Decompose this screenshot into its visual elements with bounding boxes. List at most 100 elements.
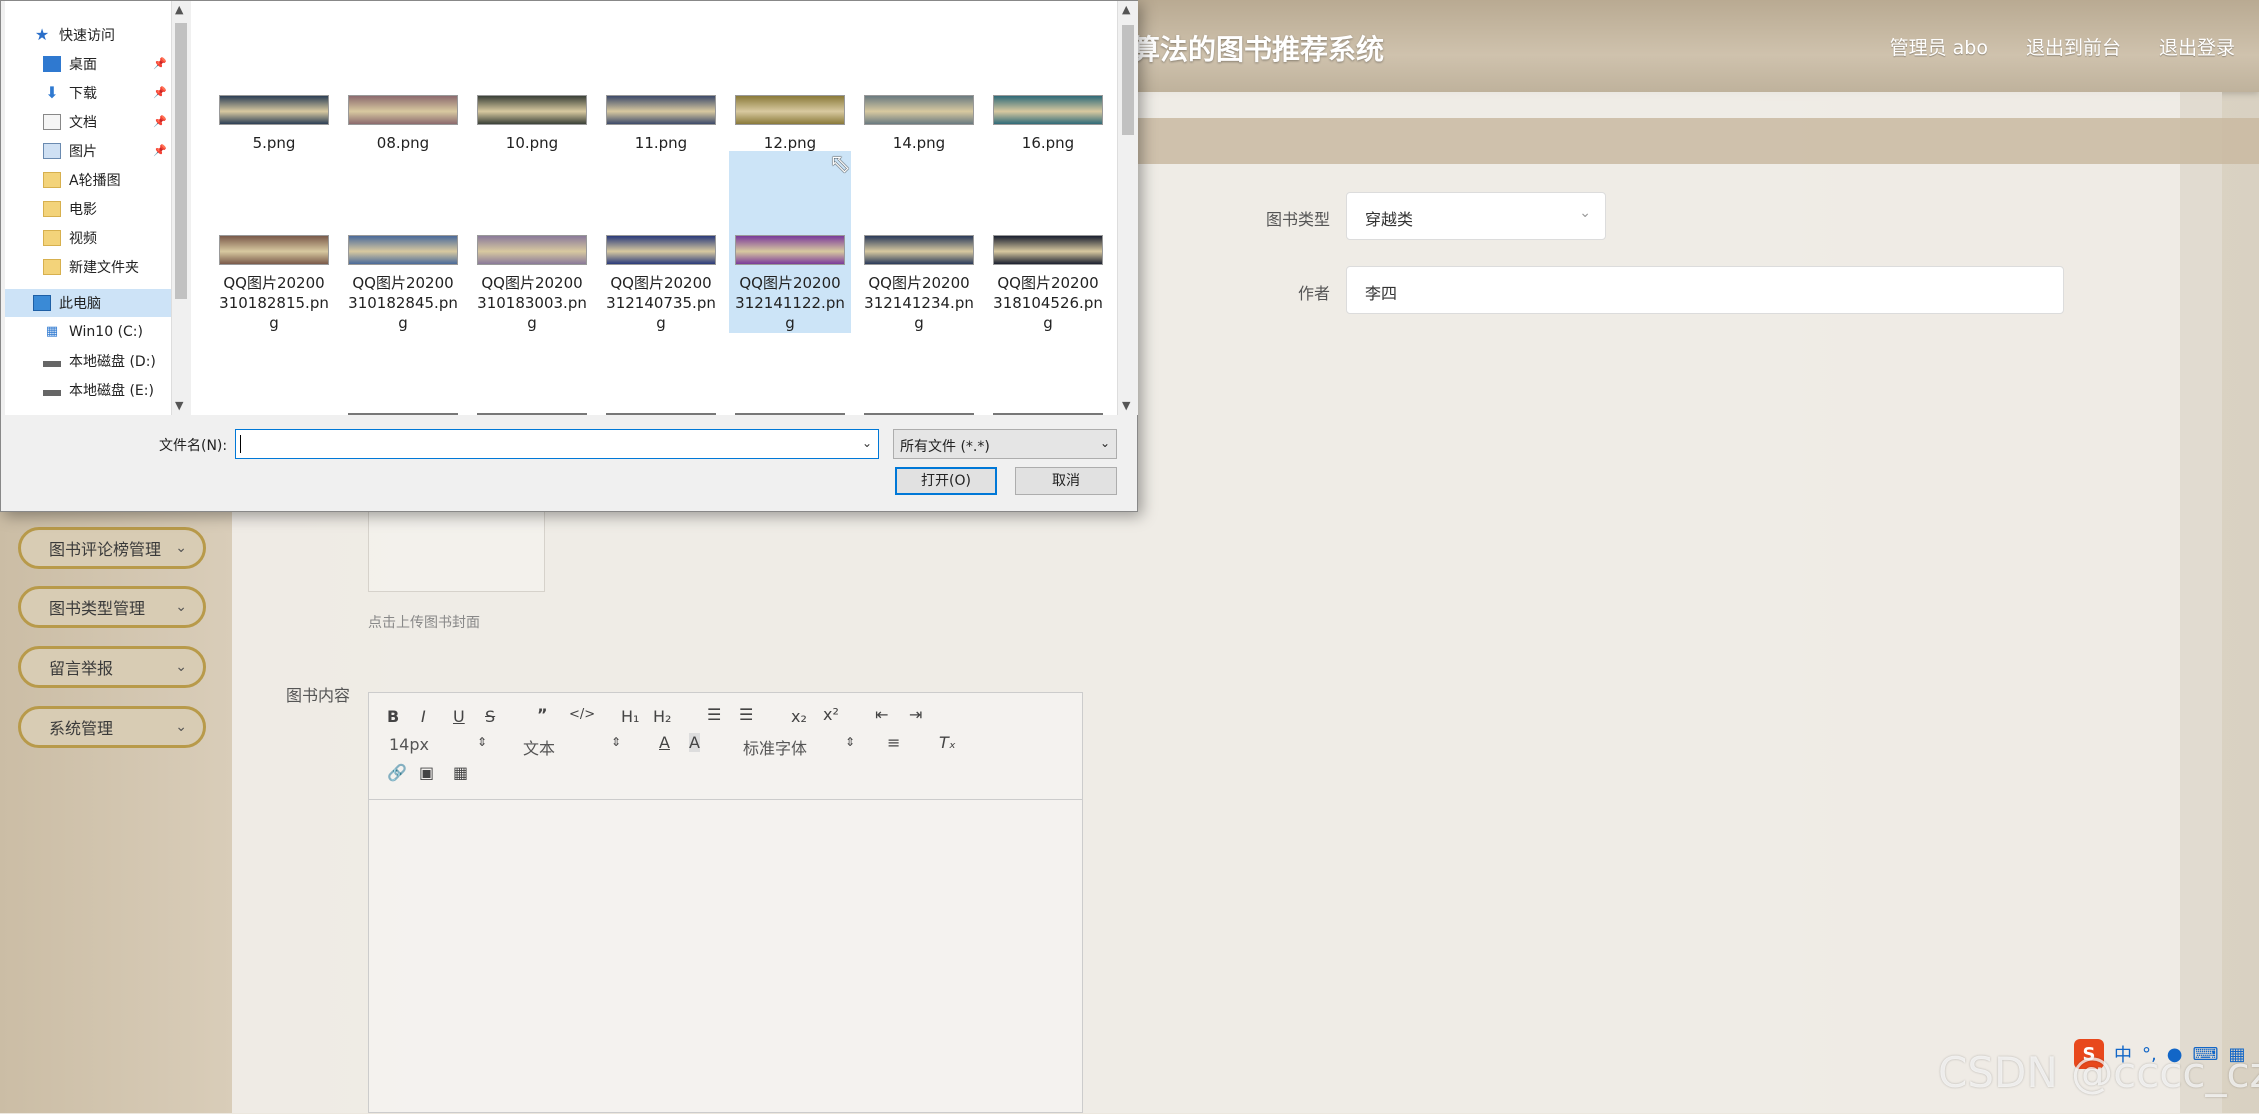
nav-pictures[interactable]: 图片 📌 [5,137,171,165]
clear-format-icon[interactable]: Tₓ [939,733,956,752]
upload-hint: 点击上传图书封面 [368,615,480,631]
file-item-partial [864,413,974,415]
nav-downloads[interactable]: ⬇ 下载 📌 [5,79,171,107]
nav-label: 新建文件夹 [69,260,139,276]
scroll-up-icon[interactable]: ▲ [1122,3,1130,16]
file-item[interactable]: 08.png [348,95,458,153]
file-list-scrollbar[interactable]: ▲ ▼ [1117,1,1138,415]
file-item[interactable]: QQ图片20200310182845.png [348,235,458,333]
chevron-down-icon: ⌄ [1099,436,1110,450]
star-icon: ★ [34,25,50,44]
menu-book-comment-rank[interactable]: 图书评论榜管理 ⌄ [18,527,206,569]
file-name: QQ图片20200310182845.png [348,274,458,332]
file-item[interactable]: QQ图片20200312140735.png [606,235,716,333]
file-item-partial [735,413,845,415]
logout-link[interactable]: 退出登录 [2159,33,2235,60]
book-type-label: 图书类型 [1265,210,1330,229]
scroll-thumb[interactable] [1122,25,1134,135]
nav-folder-carousel[interactable]: A轮播图 [5,166,171,194]
cover-upload-area[interactable] [368,506,545,592]
subscript-icon[interactable]: x₂ [791,707,807,726]
indent-decrease-icon[interactable]: ⇤ [875,705,888,724]
scroll-thumb[interactable] [175,23,187,299]
folder-icon [43,259,61,275]
file-item-partial [993,413,1103,415]
menu-system-manage[interactable]: 系统管理 ⌄ [18,706,206,748]
indent-increase-icon[interactable]: ⇥ [909,705,922,724]
file-name: QQ图片20200318104526.png [993,274,1103,332]
image-icon[interactable]: ▣ [419,763,434,782]
superscript-icon[interactable]: x² [823,705,839,724]
nav-label: 文档 [69,115,97,131]
link-icon[interactable]: 🔗 [387,763,407,782]
font-family-select[interactable]: 标准字体 [743,735,807,759]
font-size-select[interactable]: 14px [389,735,429,754]
editor-content-area[interactable] [369,800,1082,1114]
file-item[interactable]: QQ图片20200310183003.png [477,235,587,333]
scroll-down-icon[interactable]: ▼ [1122,399,1130,412]
file-name: QQ图片20200310182815.png [219,274,329,332]
background-color-icon[interactable]: A [689,733,700,752]
video-icon[interactable]: ▦ [453,763,468,782]
ordered-list-icon[interactable]: ☰ [707,705,721,724]
file-item[interactable]: 12.png [735,95,845,153]
bold-icon[interactable]: B [387,707,399,726]
nav-drive-d[interactable]: 本地磁盘 (D:) [5,347,171,375]
h1-icon[interactable]: H₁ [621,707,639,726]
open-button[interactable]: 打开(O) [895,467,997,495]
nav-folder-movies[interactable]: 电影 [5,195,171,223]
nav-quick-access[interactable]: ★ 快速访问 [5,21,171,49]
file-name: 16.png [1021,134,1075,152]
italic-icon[interactable]: I [421,707,426,726]
book-content-label: 图书内容 [286,686,351,705]
pin-icon: 📌 [153,57,167,70]
exit-to-front-link[interactable]: 退出到前台 [2026,33,2121,60]
editor-toolbar: B I U S ” </> H₁ H₂ ☰ ☰ x₂ x² ⇤ ⇥ 14px ⇕… [369,693,1082,800]
folder-icon [43,230,61,246]
chevron-down-icon[interactable]: ⌄ [862,436,872,450]
nav-drive-e[interactable]: 本地磁盘 (E:) [5,376,171,404]
file-thumbnail [219,235,329,265]
menu-book-type-manage[interactable]: 图书类型管理 ⌄ [18,586,206,628]
book-type-select[interactable]: 穿越类 ⌄ [1346,192,1606,240]
menu-message-report[interactable]: 留言举报 ⌄ [18,646,206,688]
nav-desktop[interactable]: 桌面 📌 [5,50,171,78]
cancel-button[interactable]: 取消 [1015,467,1117,495]
bullet-list-icon[interactable]: ☰ [739,705,753,724]
text-caret [240,435,241,453]
file-thumbnail [993,235,1103,265]
underline-icon[interactable]: U [453,707,465,726]
scroll-down-icon[interactable]: ▼ [175,399,183,412]
scroll-up-icon[interactable]: ▲ [175,3,183,16]
code-icon[interactable]: </> [569,707,595,722]
nav-scrollbar[interactable]: ▲ ▼ [171,1,190,415]
nav-documents[interactable]: 文档 📌 [5,108,171,136]
nav-label: 此电脑 [59,296,101,312]
file-item[interactable]: 11.png [606,95,716,153]
file-type-filter-select[interactable]: 所有文件 (*.*) ⌄ [893,429,1117,459]
nav-folder-videos[interactable]: 视频 [5,224,171,252]
nav-folder-new[interactable]: 新建文件夹 [5,253,171,281]
file-item[interactable]: QQ图片20200312141234.png [864,235,974,333]
nav-label: 桌面 [69,57,97,73]
nav-this-pc[interactable]: 此电脑 [5,289,171,317]
file-item[interactable]: 16.png [993,95,1103,153]
header-select[interactable]: 文本 [523,735,555,759]
author-input[interactable]: 李四 [1346,266,2064,314]
file-item[interactable]: 14.png [864,95,974,153]
quote-icon[interactable]: ” [537,705,548,724]
strike-icon[interactable]: S [485,707,495,726]
file-item[interactable]: 10.png [477,95,587,153]
file-item[interactable]: 5.png [219,95,329,153]
h2-icon[interactable]: H₂ [653,707,671,726]
nav-drive-c[interactable]: ▦ Win10 (C:) [5,318,171,346]
file-item[interactable]: QQ图片20200310182815.png [219,235,329,333]
file-item[interactable]: QQ图片20200318104526.png [993,235,1103,333]
chevron-down-icon: ⌄ [175,719,187,735]
text-color-icon[interactable]: A [659,733,670,752]
drive-icon [43,361,61,367]
filename-input[interactable]: ⌄ [235,429,879,459]
file-thumbnail [606,95,716,125]
align-icon[interactable]: ≡ [887,733,900,752]
file-thumbnail [864,235,974,265]
